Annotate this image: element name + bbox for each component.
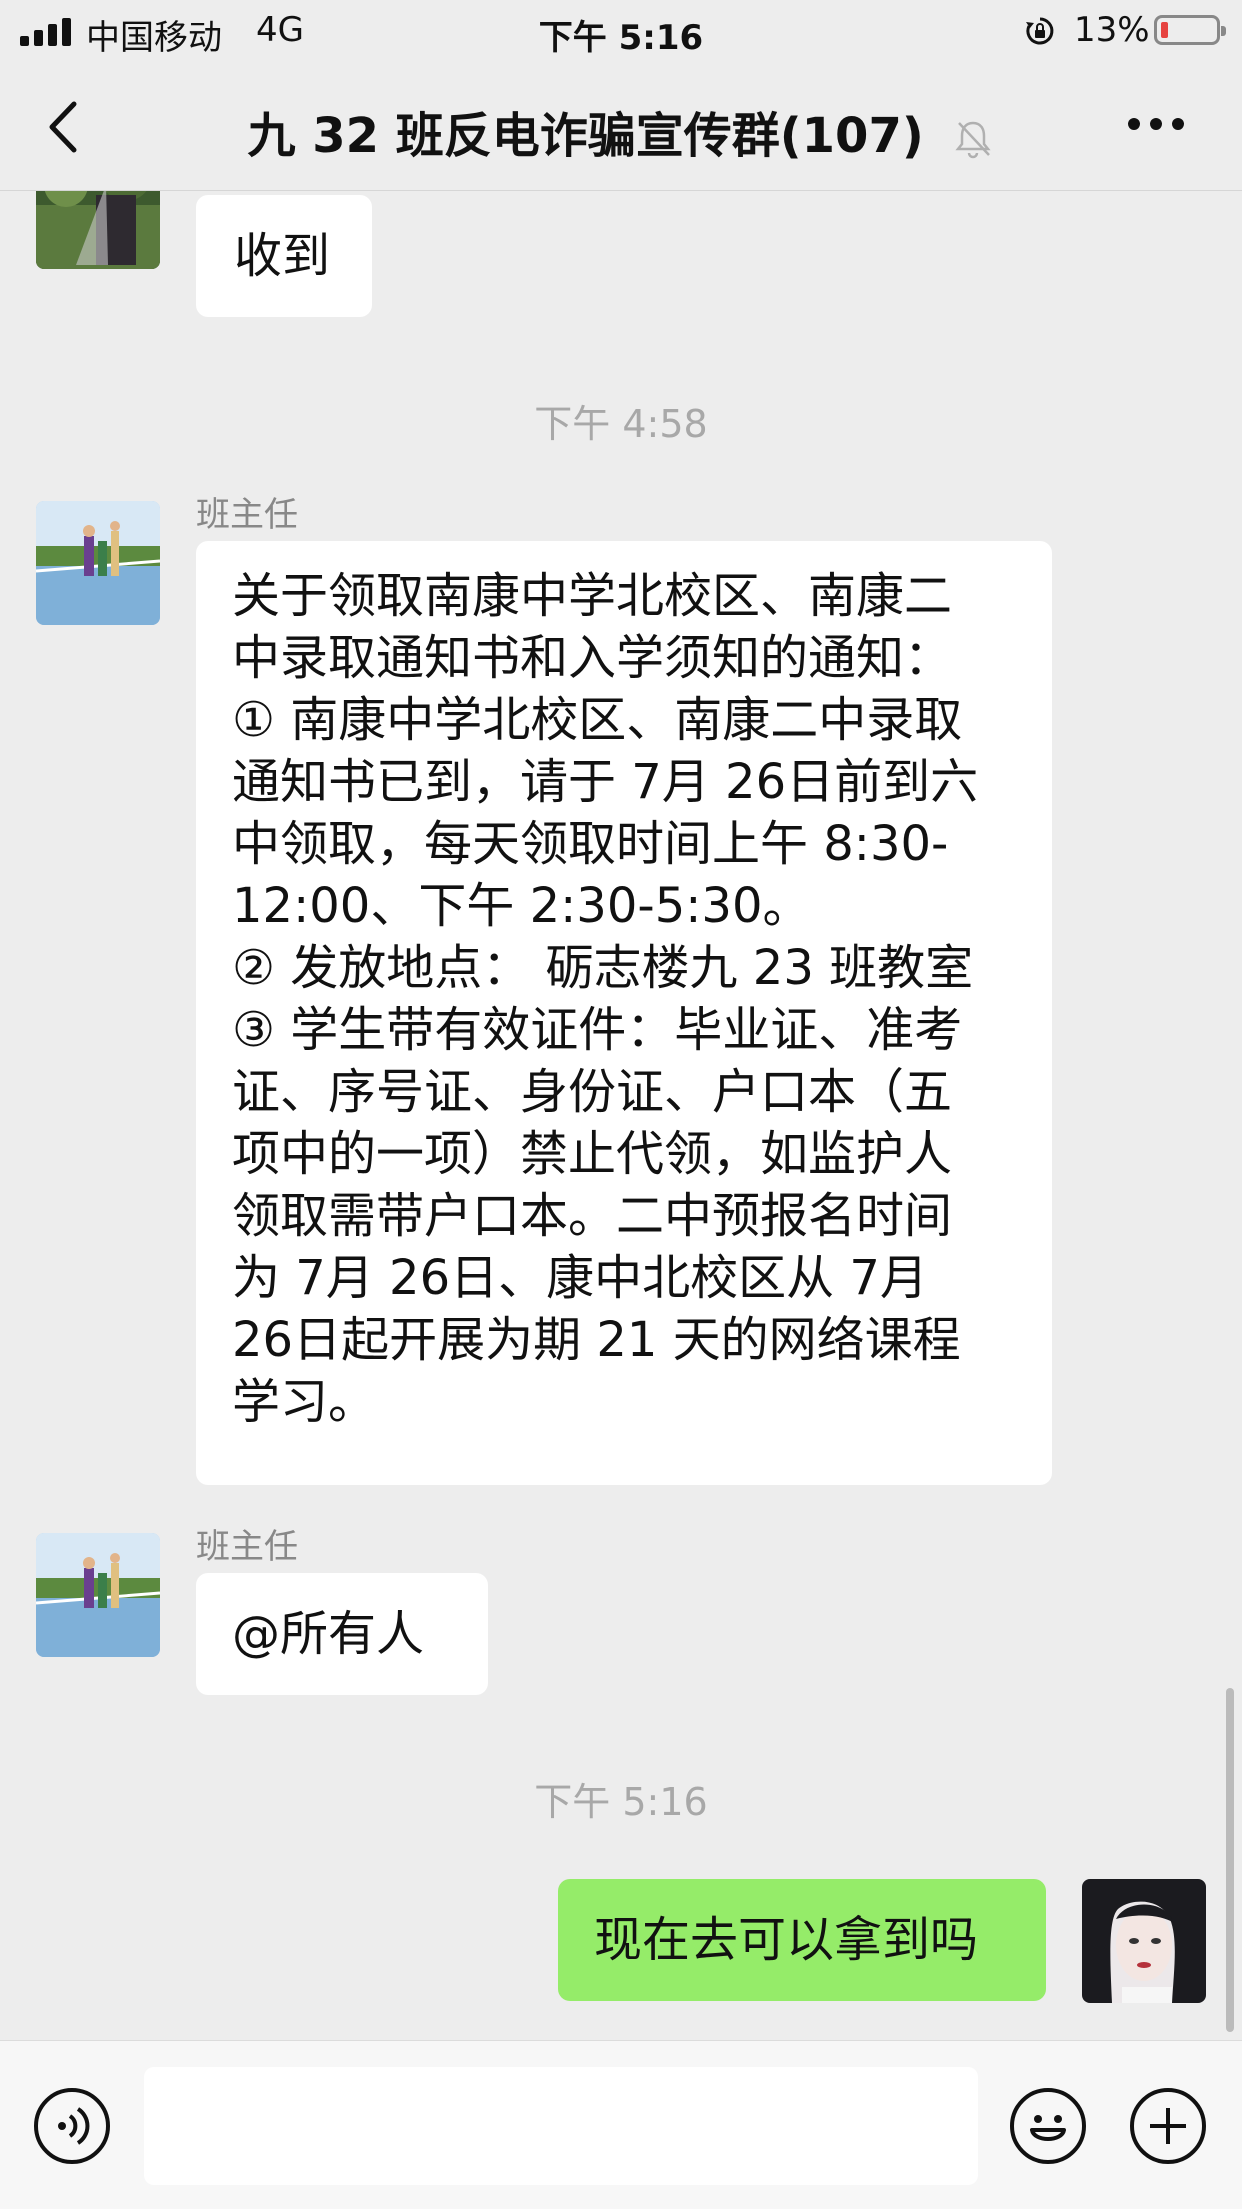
message-line: 中录取通知书和入学须知的通知： — [232, 630, 953, 686]
plus-icon[interactable] — [1130, 2088, 1206, 2164]
message-line: 12:00、下午 2:30-5:30。 — [232, 878, 811, 934]
emoji-icon[interactable] — [1010, 2088, 1086, 2164]
avatar[interactable] — [36, 1533, 160, 1657]
message-line: 为 7月 26日、康中北校区从 7月 — [232, 1250, 928, 1306]
avatar[interactable] — [1082, 1879, 1206, 2003]
chat-title: 九 32 班反电诈骗宣传群(107) — [0, 96, 1242, 166]
message-line: 关于领取南康中学北校区、南康二 — [232, 568, 953, 624]
status-time: 下午 5:16 — [538, 18, 704, 58]
message-text: 收到 — [234, 228, 331, 284]
message-line: ③ 学生带有效证件：毕业证、准考 — [232, 1002, 963, 1058]
message-line: 通知书已到，请于 7月 26日前到六 — [232, 754, 979, 810]
message-bubble-outgoing[interactable]: 现在去可以拿到吗 — [558, 1879, 1046, 2001]
message-bubble[interactable]: 收到 — [196, 195, 372, 317]
message-input[interactable] — [144, 2067, 978, 2185]
status-bar: 中国移动 4G 下午 5:16 13% — [0, 0, 1242, 62]
message-line: 26日起开展为期 21 天的网络课程 — [232, 1312, 961, 1368]
message-bubble[interactable]: @所有人 — [196, 1573, 488, 1695]
timestamp: 下午 4:58 — [534, 402, 708, 446]
message-text: @所有人 — [232, 1606, 425, 1662]
timestamp: 下午 5:16 — [534, 1780, 708, 1824]
message-line: 中领取，每天领取时间上午 8:30- — [232, 816, 949, 872]
bell-slash-icon — [954, 121, 991, 159]
avatar[interactable] — [36, 501, 160, 625]
ellipsis-icon[interactable] — [1128, 118, 1188, 134]
message-line: 学习。 — [232, 1374, 377, 1430]
rotation-lock-icon — [1026, 17, 1054, 45]
battery-percent: 13% — [1074, 10, 1150, 50]
message-line: 领取需带户口本。二中预报名时间 — [232, 1188, 953, 1244]
avatar[interactable] — [36, 191, 160, 269]
message-line: ② 发放地点： 砺志楼九 23 班教室 — [232, 940, 974, 996]
message-line: ① 南康中学北校区、南康二中录取 — [232, 692, 963, 748]
message-bubble[interactable]: 关于领取南康中学北校区、南康二 中录取通知书和入学须知的通知： ① 南康中学北校… — [196, 541, 1052, 1485]
input-bar — [0, 2040, 1242, 2209]
message-line: 证、序号证、身份证、户口本（五 — [232, 1064, 953, 1120]
message-list[interactable]: 收到 下午 4:58 班主任 关于领取南康中学北校区、南康二 中录取通知书和入学… — [0, 191, 1242, 2039]
voice-icon[interactable] — [34, 2088, 110, 2164]
sender-name: 班主任 — [196, 1527, 298, 1567]
battery-icon — [1154, 15, 1226, 45]
group-name: 九 32 班反电诈骗宣传群(107) — [247, 108, 924, 164]
message-line: 项中的一项）禁止代领，如监护人 — [232, 1126, 953, 1182]
sender-name: 班主任 — [196, 495, 298, 535]
scrollbar[interactable] — [1226, 1688, 1234, 2032]
chat-header: 九 32 班反电诈骗宣传群(107) — [0, 62, 1242, 191]
message-text: 现在去可以拿到吗 — [594, 1912, 979, 1968]
